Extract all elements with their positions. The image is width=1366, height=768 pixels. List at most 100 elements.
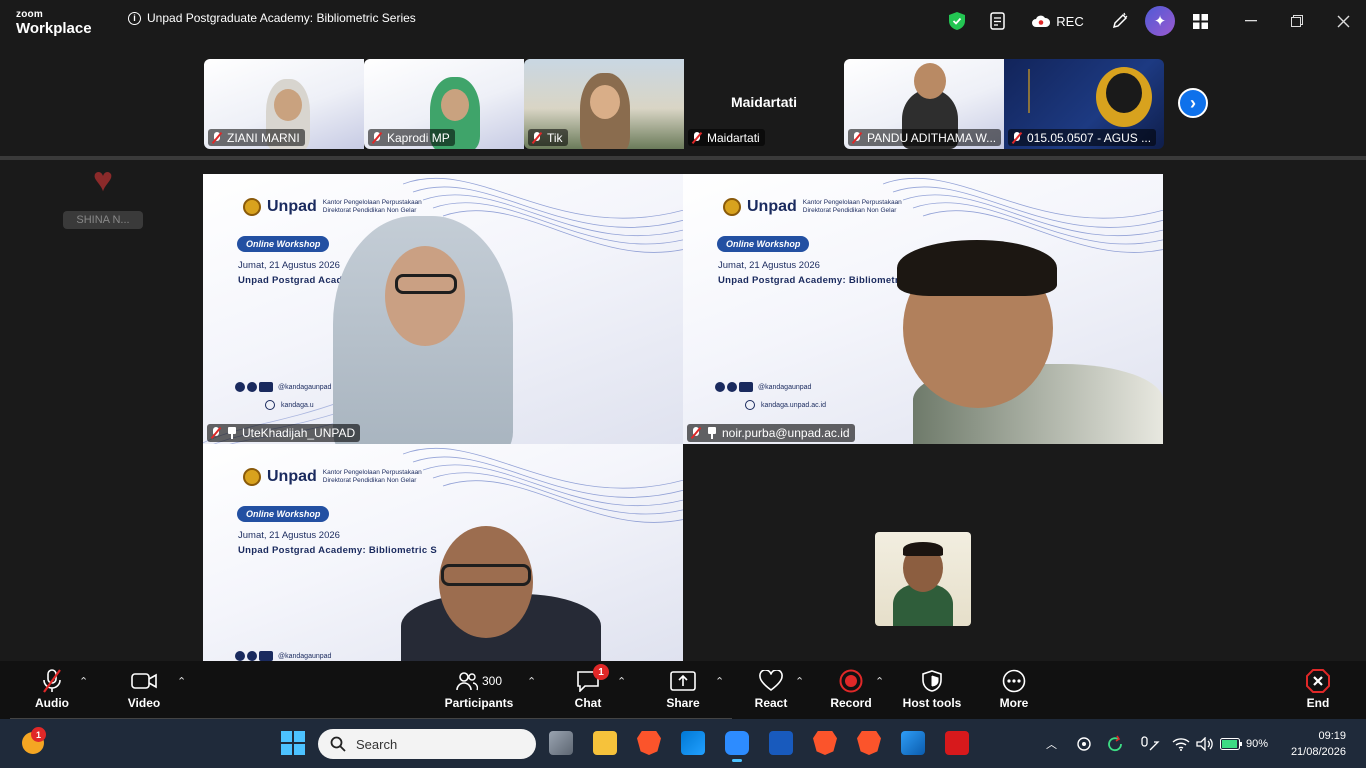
react-button[interactable]: React [749, 661, 793, 719]
participants-options-caret[interactable]: ⌃ [527, 675, 536, 688]
notes-icon[interactable] [988, 8, 1008, 34]
show-hidden-icons[interactable]: ︿ [1046, 719, 1057, 768]
word-icon[interactable] [769, 731, 793, 755]
logo-line1: zoom [16, 9, 43, 20]
more-button[interactable]: More [992, 661, 1036, 719]
search-icon [330, 736, 346, 752]
slide-brand: Unpad Kantor Pengelolaan Perpustakaan Dir… [243, 468, 433, 486]
record-options-caret[interactable]: ⌃ [875, 675, 884, 688]
meeting-info[interactable]: i Unpad Postgraduate Academy: Bibliometr… [128, 11, 416, 25]
mic-location-icon[interactable] [1140, 719, 1160, 768]
slide-brand: Unpad Kantor Pengelolaan Perpustakaan Dir… [723, 198, 913, 216]
apps-grid-icon[interactable] [1190, 8, 1210, 34]
mic-muted-icon [531, 131, 543, 144]
participant-name: noir.purba@unpad.ac.id [722, 426, 850, 440]
participants-button[interactable]: 300 Participants [444, 661, 514, 719]
acrobat-icon[interactable] [945, 731, 969, 755]
close-window-button[interactable] [1332, 8, 1354, 34]
participants-count: 300 [481, 674, 503, 688]
brand-subtitle: Kantor Pengelolaan Perpustakaan Direktora… [802, 198, 902, 214]
photos-icon[interactable] [901, 731, 925, 755]
participant-thumb[interactable]: Tik [524, 59, 684, 149]
volume-icon[interactable] [1196, 719, 1214, 768]
instagram-icon [247, 382, 257, 392]
share-button[interactable]: Share [661, 661, 705, 719]
social-links: @kandagaunpad [235, 651, 331, 661]
start-windows-icon[interactable] [281, 731, 305, 755]
participant-thumb[interactable]: PANDU ADITHAMA W... [844, 59, 1004, 149]
task-view-icon[interactable] [549, 731, 573, 755]
video-label: Video [127, 696, 161, 710]
restore-button[interactable] [1286, 8, 1308, 34]
end-label: End [1306, 696, 1330, 710]
audio-label: Audio [35, 696, 69, 710]
search-placeholder: Search [356, 736, 398, 752]
website-link: kandaga.u [265, 400, 314, 410]
participant-name-tag: Tik [528, 129, 568, 146]
chevron-up-icon: ︿ [1046, 738, 1057, 751]
refresh-icon[interactable] [1106, 719, 1124, 768]
participant-thumb[interactable]: 015.05.0507 - AGUS ... [1004, 59, 1164, 149]
ai-companion-button[interactable]: ✦ [1144, 5, 1176, 37]
participant-thumb[interactable]: Kaprodi MP [364, 59, 524, 149]
heart-icon: ♥ [92, 161, 114, 199]
mic-muted-icon [690, 427, 702, 439]
globe-icon [265, 400, 275, 410]
brand-name: Unpad [747, 198, 797, 215]
video-tile[interactable]: Unpad Kantor Pengelolaan Perpustakaan Dir… [683, 174, 1163, 444]
ai-sparkle-icon: ✦ [1145, 6, 1175, 36]
next-page-button[interactable]: › [1178, 88, 1208, 118]
annotate-pen-icon[interactable] [1108, 8, 1132, 34]
end-button[interactable]: End [1296, 661, 1340, 719]
brand-subtitle: Kantor Pengelolaan Perpustakaan Direktora… [322, 468, 422, 484]
wifi-icon[interactable] [1172, 719, 1190, 768]
reaction-bubble: ♥ SHINA N... [62, 163, 144, 229]
brand-name: Unpad [267, 468, 317, 485]
info-icon[interactable]: i [128, 11, 141, 25]
share-options-caret[interactable]: ⌃ [715, 675, 724, 688]
video-camera-icon [131, 670, 157, 692]
chat-options-caret[interactable]: ⌃ [617, 675, 626, 688]
brave-nightly-icon[interactable] [857, 731, 881, 755]
mic-muted-icon [211, 131, 223, 144]
participant-center-name: Maidartati [730, 94, 798, 110]
cloud-icon [1032, 15, 1051, 27]
video-options-caret[interactable]: ⌃ [177, 675, 186, 688]
system-clock[interactable]: 09:19 21/08/2026 [1291, 728, 1346, 760]
brave-beta-icon[interactable] [813, 731, 837, 755]
participant-thumb[interactable]: Maidartati Maidartati [684, 59, 844, 149]
participant-strip: ZIANI MARNI Kaprodi MP Tik Maidartati Ma… [0, 44, 1366, 160]
workshop-title: Unpad Postgrad Academy: Bibliometri [718, 275, 902, 286]
record-button[interactable]: Record [829, 661, 873, 719]
taskbar-search[interactable]: Search [318, 729, 536, 759]
participants-icon: 300 [449, 670, 509, 692]
participants-label: Participants [444, 696, 514, 710]
meeting-title: Unpad Postgraduate Academy: Bibliometric… [147, 11, 416, 25]
chat-button[interactable]: 1 Chat [566, 661, 610, 719]
host-shield-icon [919, 670, 945, 692]
workshop-pill: Online Workshop [237, 506, 330, 522]
audio-button[interactable]: Audio [30, 661, 74, 719]
microsoft-store-icon[interactable] [681, 731, 705, 755]
mic-muted-icon [39, 669, 65, 693]
audio-options-caret[interactable]: ⌃ [79, 675, 88, 688]
chat-unread-badge: 1 [593, 664, 609, 680]
participant-thumb[interactable]: ZIANI MARNI [204, 59, 364, 149]
clock-date: 21/08/2026 [1290, 746, 1346, 758]
zoom-app-icon[interactable] [725, 731, 749, 755]
minimize-button[interactable] [1240, 8, 1262, 34]
workshop-pill: Online Workshop [717, 236, 810, 252]
sync-icon[interactable] [1076, 719, 1092, 768]
battery-indicator[interactable]: 90% [1220, 719, 1268, 768]
self-view-video[interactable] [875, 532, 971, 626]
brave-browser-icon[interactable] [637, 731, 661, 755]
react-options-caret[interactable]: ⌃ [795, 675, 804, 688]
video-button[interactable]: Video [122, 661, 166, 719]
record-label: Record [830, 696, 872, 710]
video-tile[interactable]: Unpad Kantor Pengelolaan Perpustakaan Dir… [203, 174, 683, 444]
host-tools-button[interactable]: Host tools [902, 661, 962, 719]
cloud-recording-indicator[interactable]: REC [1030, 8, 1086, 34]
video-tile[interactable]: Unpad Kantor Pengelolaan Perpustakaan Dir… [203, 444, 683, 661]
file-explorer-icon[interactable] [593, 731, 617, 755]
encryption-shield-icon[interactable] [947, 8, 967, 34]
